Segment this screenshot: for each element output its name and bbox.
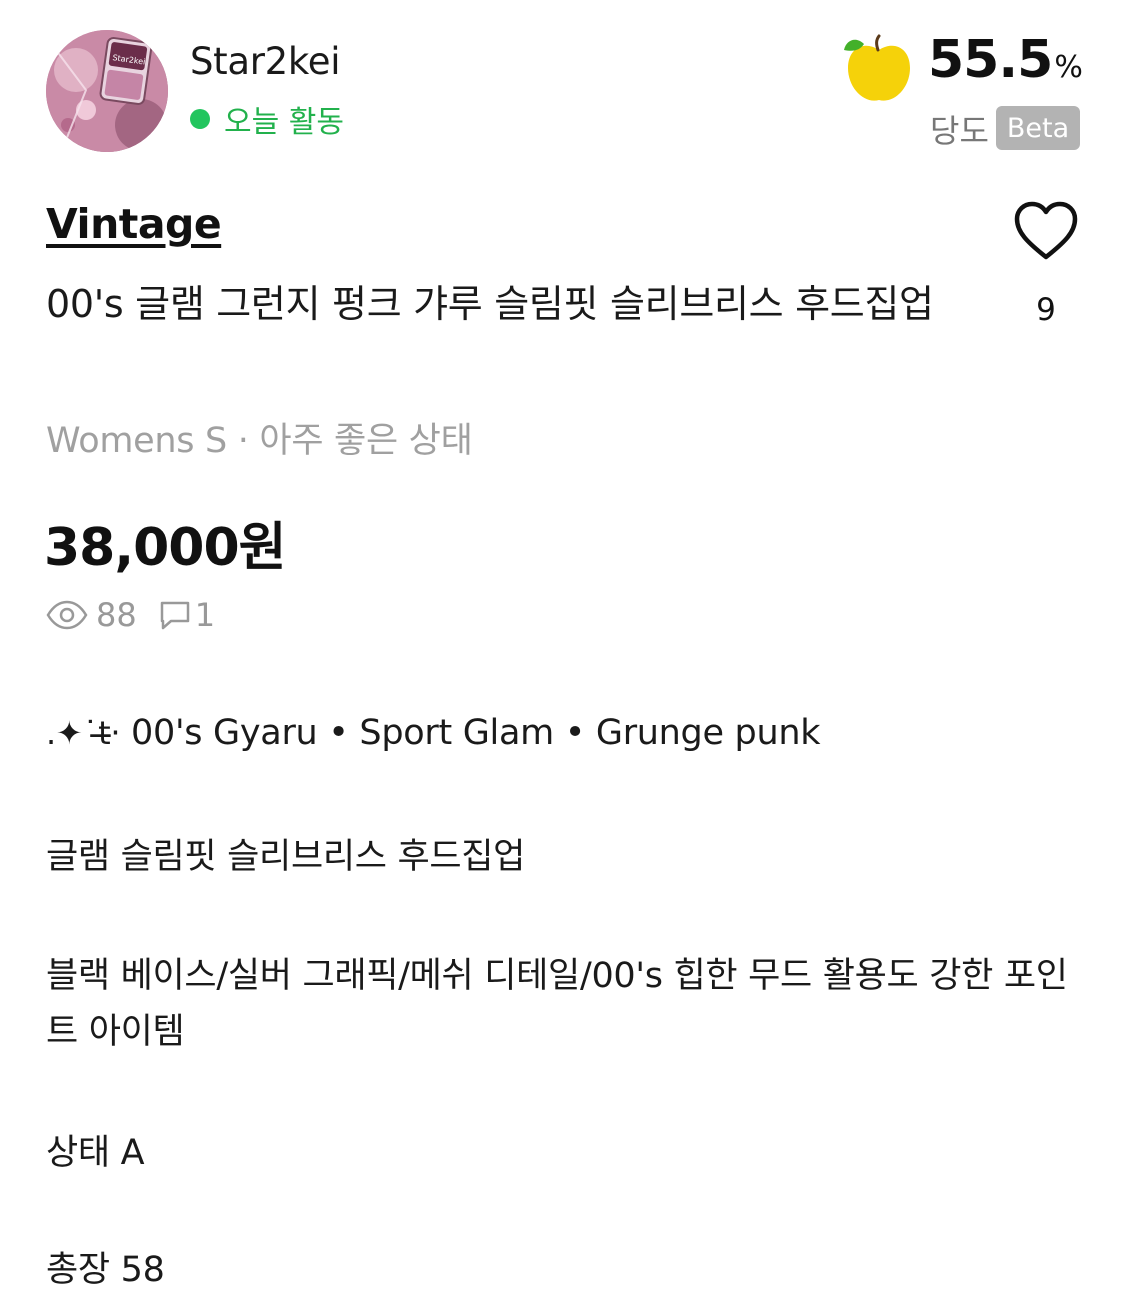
description-line-3: 블랙 베이스/실버 그래픽/메쉬 디테일/00's 힙한 무드 활용도 강한 포… [46,956,1068,1052]
seller-status: 오늘 활동 [190,97,344,141]
avatar-image: Star2kei [46,30,168,152]
beta-badge: Beta [996,106,1080,150]
description-line-1: .✦˙t̶̶‧ 00's Gyaru • Sport Glam • Grunge… [46,705,1086,761]
seller-username[interactable]: Star2kei [190,40,340,83]
heart-outline-icon[interactable] [1013,200,1079,262]
description-line-4: 상태 A [46,1133,145,1173]
status-dot [190,109,210,129]
product-stats: 88 1 [46,596,215,634]
seller-avatar[interactable]: Star2kei [46,30,168,152]
description-tagline: 00's Gyaru • Sport Glam • Grunge punk [120,713,821,753]
sweetness-value: 55.5% [928,30,1083,90]
product-meta: Womens S · 아주 좋은 상태 [46,421,473,461]
apple-icon [842,34,916,106]
product-title: 00's 글램 그런지 펑크 갸루 슬림핏 슬리브리스 후드집업 [46,282,934,326]
sweetness-unit: % [1054,50,1082,85]
like-count: 9 [1036,292,1056,328]
sweetness-label: 당도 [930,112,989,150]
comment-count: 1 [194,596,216,634]
status-text: 오늘 활동 [224,105,344,140]
comment-icon [160,601,189,630]
description-line-5: 총장 58 [46,1250,165,1290]
sweetness-number: 55.5 [928,30,1053,90]
sparkle-decoration: .✦˙t̶̶‧ [46,714,121,752]
description-line-2: 글램 슬림핏 슬리브리스 후드집업 [46,837,526,877]
view-count: 88 [96,596,137,634]
brand-link[interactable]: Vintage [46,200,222,248]
eye-icon [46,600,88,630]
product-price: 38,000원 [44,518,287,578]
